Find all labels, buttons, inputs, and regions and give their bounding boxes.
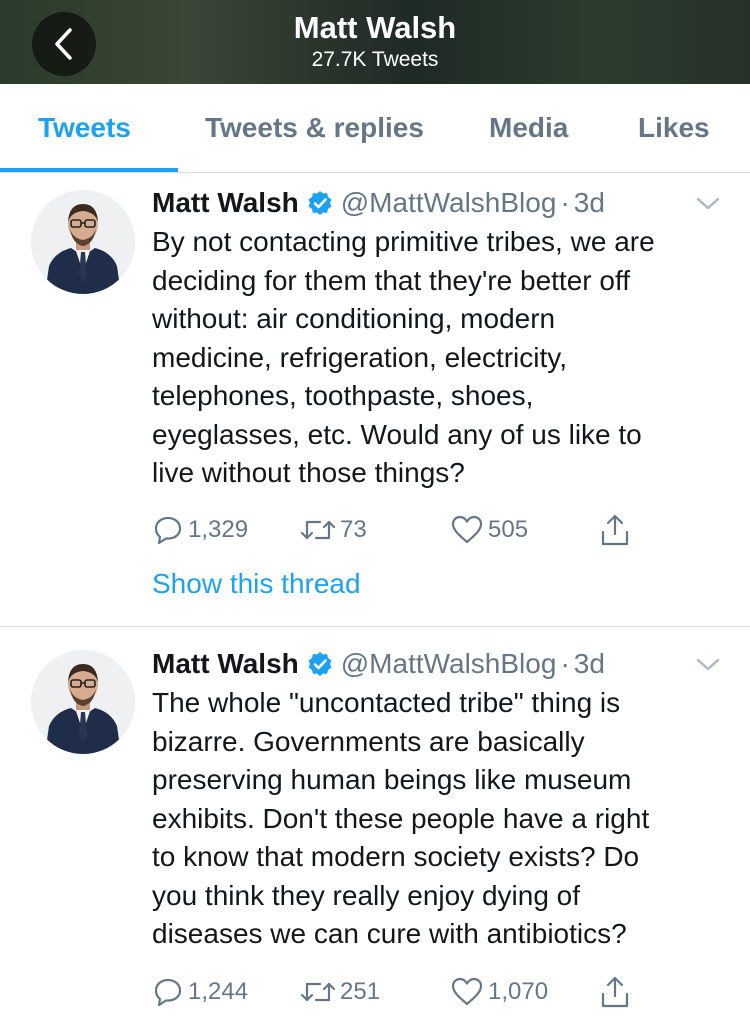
author-name[interactable]: Matt Walsh bbox=[152, 648, 299, 680]
heart-icon bbox=[451, 977, 483, 1006]
avatar[interactable] bbox=[31, 190, 135, 294]
reply-button[interactable]: 1,244 bbox=[152, 972, 248, 1012]
profile-header: Matt Walsh 27.7K Tweets bbox=[0, 0, 750, 84]
separator-dot: · bbox=[560, 648, 570, 679]
tweet-count: 27.7K Tweets bbox=[311, 48, 439, 71]
reply-bubble-icon bbox=[154, 516, 182, 545]
like-count: 1,070 bbox=[488, 978, 549, 1005]
avatar[interactable] bbox=[31, 650, 135, 754]
like-button[interactable]: 1,070 bbox=[450, 972, 548, 1012]
like-button[interactable]: 505 bbox=[450, 510, 528, 550]
separator-dot: · bbox=[560, 187, 570, 218]
profile-tabs: Tweets Tweets & replies Media Likes bbox=[0, 84, 750, 173]
tweet[interactable]: Matt Walsh @MattWalshBlog · 3d By not co… bbox=[0, 172, 750, 626]
profile-name-title: Matt Walsh bbox=[293, 10, 457, 45]
tweet[interactable]: Matt Walsh @MattWalshBlog · 3d The whole… bbox=[0, 627, 750, 1018]
reply-bubble-icon bbox=[154, 978, 182, 1007]
avatar-portrait bbox=[31, 190, 135, 294]
tab-tweets[interactable]: Tweets bbox=[38, 112, 131, 144]
retweet-count: 251 bbox=[340, 978, 381, 1005]
reply-button[interactable]: 1,329 bbox=[152, 510, 248, 550]
chevron-down-icon[interactable] bbox=[694, 194, 722, 214]
tweet-actions: 1,329 73 505 bbox=[152, 510, 672, 550]
show-thread-link[interactable]: Show this thread bbox=[152, 568, 361, 600]
tweet-actions: 1,244 251 1,070 bbox=[152, 972, 672, 1012]
retweet-icon bbox=[300, 520, 336, 540]
retweet-count: 73 bbox=[340, 516, 367, 543]
tweet-text: The whole "uncontacted tribe" thing is b… bbox=[152, 687, 650, 949]
tab-tweets-and-replies[interactable]: Tweets & replies bbox=[205, 112, 424, 144]
verified-badge-icon bbox=[308, 191, 332, 215]
chevron-down-icon[interactable] bbox=[694, 655, 722, 675]
tab-media[interactable]: Media bbox=[489, 112, 568, 144]
retweet-icon bbox=[300, 982, 336, 1002]
author-name[interactable]: Matt Walsh bbox=[152, 187, 299, 219]
share-icon bbox=[601, 514, 629, 546]
share-button[interactable] bbox=[598, 972, 632, 1012]
reply-count: 1,329 bbox=[188, 516, 249, 543]
tweet-header: Matt Walsh @MattWalshBlog · 3d bbox=[152, 186, 605, 220]
retweet-button[interactable]: 251 bbox=[300, 972, 380, 1012]
reply-count: 1,244 bbox=[188, 978, 249, 1005]
heart-icon bbox=[451, 515, 483, 544]
tweet-text: By not contacting primitive tribes, we a… bbox=[152, 226, 655, 488]
author-handle[interactable]: @MattWalshBlog bbox=[341, 187, 557, 219]
tweet-timestamp[interactable]: 3d bbox=[574, 187, 605, 219]
tweet-timestamp[interactable]: 3d bbox=[574, 648, 605, 680]
like-count: 505 bbox=[488, 516, 529, 543]
share-button[interactable] bbox=[598, 510, 632, 550]
share-icon bbox=[601, 976, 629, 1008]
tab-likes[interactable]: Likes bbox=[638, 112, 710, 144]
verified-badge-icon bbox=[308, 652, 332, 676]
tweet-header: Matt Walsh @MattWalshBlog · 3d bbox=[152, 647, 605, 681]
author-handle[interactable]: @MattWalshBlog bbox=[341, 648, 557, 680]
retweet-button[interactable]: 73 bbox=[300, 510, 367, 550]
avatar-portrait bbox=[31, 650, 135, 754]
